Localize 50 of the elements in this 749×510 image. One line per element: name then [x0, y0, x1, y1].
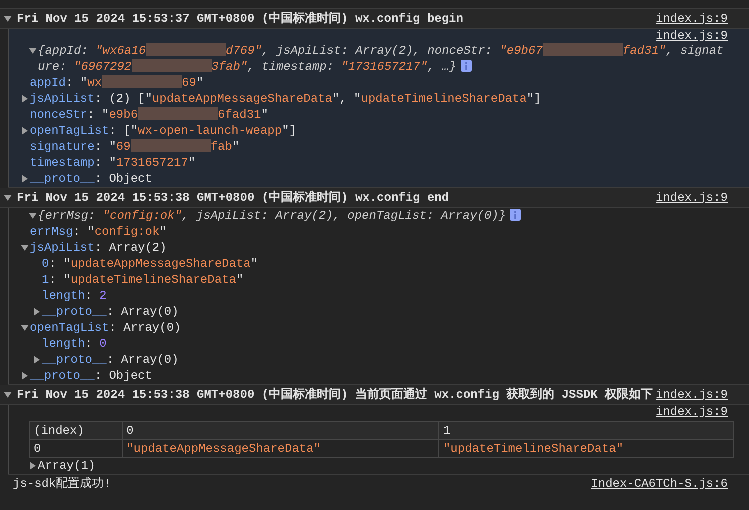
source-link[interactable]: index.js:9: [656, 29, 728, 43]
source-link[interactable]: Index-CA6TCh-S.js:6: [591, 477, 728, 492]
property-line: errMsg: "config:ok": [30, 224, 167, 240]
source-link[interactable]: index.js:9: [656, 405, 728, 419]
expand-arrow-icon[interactable]: [34, 308, 40, 316]
property-line: Array(1): [38, 458, 96, 474]
property-line: __proto__: Object: [30, 171, 152, 187]
expand-arrow-icon[interactable]: [21, 325, 29, 331]
expand-arrow-icon[interactable]: [4, 16, 12, 22]
property-line: timestamp: "1731657217": [30, 155, 196, 171]
table-cell: "updateAppMessageShareData": [122, 440, 439, 458]
property-line: 1: "updateTimelineShareData": [42, 272, 244, 288]
property-line: __proto__: Object: [30, 368, 152, 384]
group-title: Fri Nov 15 2024 15:53:38 GMT+0800 (中国标准时间) wx.config end: [17, 190, 450, 206]
property-line: length: 2: [42, 288, 107, 304]
group-title: Fri Nov 15 2024 15:53:38 GMT+0800 (中国标准时间) 当前页面通过 wx.config 获取到的 JSSDK 权限如下: [17, 386, 654, 403]
expand-arrow-icon[interactable]: [22, 95, 28, 103]
expand-arrow-icon[interactable]: [29, 213, 37, 219]
property-line: openTagList: Array(0): [30, 320, 182, 336]
property-line: __proto__: Array(0): [42, 352, 179, 368]
column-header: (index): [30, 422, 122, 440]
info-icon[interactable]: [510, 209, 522, 221]
property-line: nonceStr: "e9b6 6fad31": [30, 107, 268, 123]
property-line: openTagList: ["wx-open-launch-weapp"]: [30, 123, 296, 139]
table-cell: 0: [30, 440, 122, 458]
table-cell: "updateTimelineShareData": [438, 440, 734, 458]
expand-arrow-icon[interactable]: [21, 245, 29, 251]
expand-arrow-icon[interactable]: [4, 194, 12, 200]
property-line: appId: "wx 69": [30, 75, 204, 91]
expand-arrow-icon[interactable]: [30, 462, 36, 470]
property-line: length: 0: [42, 336, 107, 352]
column-header: 1: [438, 422, 734, 440]
property-line: jsApiList: (2) ["updateAppMessageShareData", "updateTimelineShareData"]: [30, 91, 542, 107]
info-icon[interactable]: [460, 60, 472, 72]
property-line: 0: "updateAppMessageShareData": [42, 256, 258, 272]
log-message: js-sdk配置成功!: [13, 477, 112, 492]
expand-arrow-icon[interactable]: [29, 48, 37, 54]
source-link[interactable]: index.js:9: [656, 388, 728, 402]
property-line: jsApiList: Array(2): [30, 240, 167, 256]
object-summary: {appId: "wx6a16 d769", jsApiList: Array(2), nonceStr: "e9b67 fad31", signature: "6967292 3fab", timestamp: "1731657217", …}: [38, 43, 725, 75]
expand-arrow-icon[interactable]: [4, 392, 12, 398]
source-link[interactable]: index.js:9: [656, 190, 728, 204]
expand-arrow-icon[interactable]: [34, 356, 40, 364]
column-header: 0: [122, 422, 439, 440]
object-summary: {errMsg: "config:ok", jsApiList: Array(2), openTagList: Array(0)}: [38, 208, 522, 224]
property-line: signature: "69 fab": [30, 139, 240, 155]
source-link[interactable]: index.js:9: [656, 12, 728, 26]
expand-arrow-icon[interactable]: [22, 127, 28, 135]
property-line: __proto__: Array(0): [42, 304, 179, 320]
group-title: Fri Nov 15 2024 15:53:37 GMT+0800 (中国标准时间) wx.config begin: [17, 10, 464, 27]
